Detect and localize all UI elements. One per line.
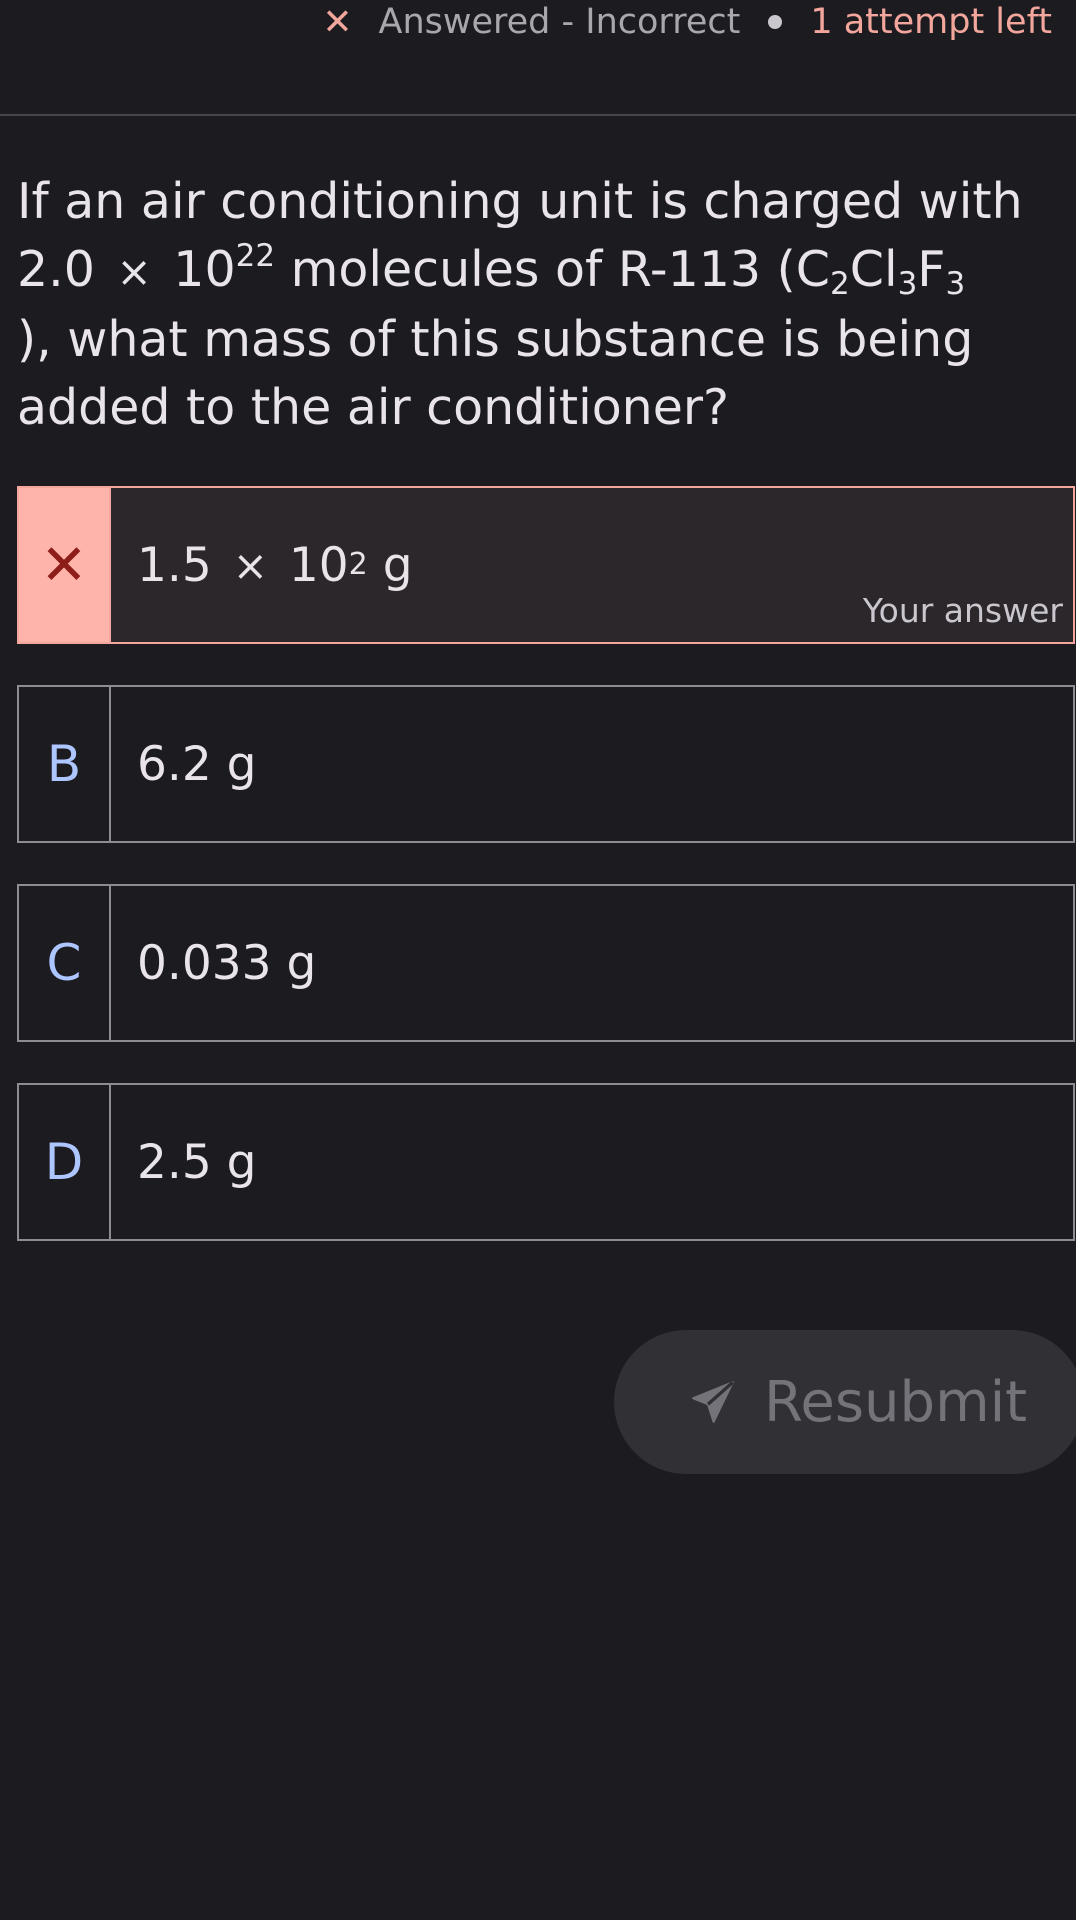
send-icon (692, 1380, 734, 1423)
option-c-text: 0.033 g (137, 935, 317, 991)
separator-dot (768, 15, 783, 29)
close-icon: ✕ (322, 1, 353, 43)
your-answer-label: Your answer (862, 591, 1063, 630)
option-d-text: 2.5 g (137, 1134, 257, 1190)
resubmit-label: Resubmit (764, 1369, 1028, 1435)
option-c[interactable]: C 0.033 g (17, 884, 1075, 1042)
resubmit-button[interactable]: Resubmit (614, 1330, 1076, 1474)
option-b-text: 6.2 g (137, 736, 257, 792)
option-a-text: 1.5 × 10 2 g Your answer (137, 537, 1063, 631)
option-letter: B (19, 687, 111, 841)
attempts-left-label: 1 attempt left (810, 2, 1052, 42)
question-line-1: If an air conditioning unit is charged w… (17, 173, 1023, 230)
option-a[interactable]: ✕ 1.5 × 10 2 g Your answer (17, 486, 1075, 644)
question-line-3: ), what mass of this substance is being (17, 311, 974, 368)
status-label: Answered - Incorrect (378, 2, 741, 42)
option-d[interactable]: D 2.5 g (17, 1083, 1075, 1241)
option-letter: D (19, 1085, 111, 1239)
divider (0, 114, 1076, 116)
option-b[interactable]: B 6.2 g (17, 685, 1075, 843)
question-line-4: added to the air conditioner? (17, 379, 730, 436)
answer-status: ✕ Answered - Incorrect 1 attempt left (322, 0, 1052, 44)
question-line-2: 2.0 × 1022 molecules of R-113 (C2Cl3F3 (17, 238, 966, 302)
option-letter: C (19, 886, 111, 1040)
close-icon: ✕ (19, 488, 111, 642)
question-text: If an air conditioning unit is charged w… (17, 168, 1057, 442)
